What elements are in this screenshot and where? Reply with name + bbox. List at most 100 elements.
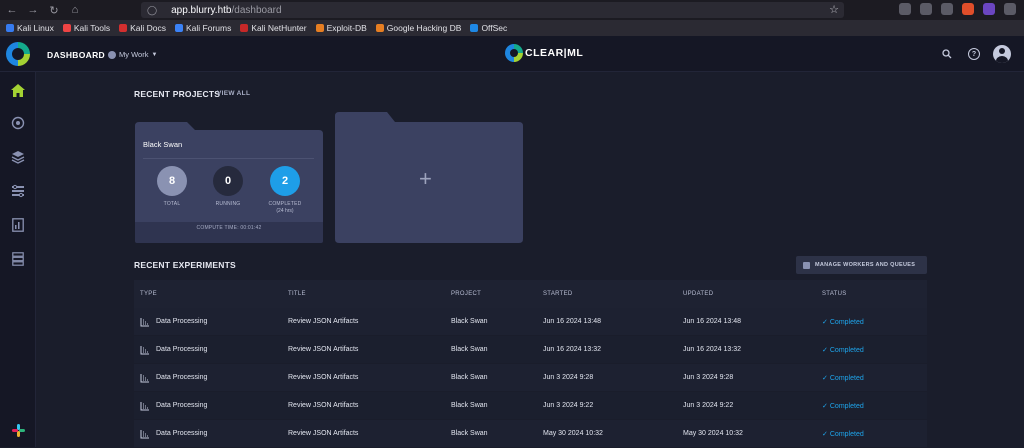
stat-running-value: 0 bbox=[213, 166, 243, 196]
slack-icon bbox=[11, 423, 25, 437]
stat-completed-label: COMPLETED bbox=[268, 201, 302, 207]
data-processing-icon bbox=[140, 317, 150, 327]
col-status[interactable]: STATUS bbox=[822, 291, 927, 297]
pocket-icon[interactable] bbox=[899, 3, 911, 15]
ghdb-icon bbox=[375, 24, 384, 32]
my-work-dropdown[interactable]: My Work ▼ bbox=[108, 50, 157, 59]
sidebar-item-reports[interactable] bbox=[10, 217, 26, 233]
table-row[interactable]: Data Processing Review JSON Artifacts Bl… bbox=[134, 336, 927, 364]
clearml-mark-icon bbox=[505, 44, 523, 62]
kali-docs-icon bbox=[119, 24, 128, 32]
data-processing-icon bbox=[140, 429, 150, 439]
home-icon[interactable]: ⌂ bbox=[66, 1, 84, 19]
bookmark-exploit-db[interactable]: Exploit-DB bbox=[315, 23, 367, 33]
reload-icon[interactable]: ↻ bbox=[45, 1, 63, 19]
bookmark-kali-linux[interactable]: Kali Linux bbox=[6, 23, 54, 33]
server-icon bbox=[803, 261, 810, 269]
compute-time: COMPUTE TIME: 00:01:42 bbox=[196, 225, 262, 231]
project-name: Black Swan bbox=[143, 140, 183, 149]
manage-workers-button[interactable]: MANAGE WORKERS AND QUEUES bbox=[796, 256, 927, 274]
bookmark-kali-nethunter[interactable]: Kali NetHunter bbox=[240, 23, 307, 33]
url-path: /dashboard bbox=[231, 4, 282, 16]
stat-running: 0 RUNNING bbox=[208, 166, 248, 207]
table-header: TYPE TITLE PROJECT STARTED UPDATED STATU… bbox=[134, 280, 927, 308]
kali-forums-icon bbox=[175, 24, 183, 32]
page-title: DASHBOARD bbox=[47, 50, 105, 60]
col-started[interactable]: STARTED bbox=[543, 291, 683, 297]
col-project[interactable]: PROJECT bbox=[451, 291, 543, 297]
nethunter-icon bbox=[240, 24, 249, 32]
kali-tools-icon bbox=[62, 24, 71, 32]
forward-icon[interactable]: → bbox=[24, 1, 42, 19]
bookmark-offsec[interactable]: OffSec bbox=[470, 23, 507, 33]
manage-workers-label: MANAGE WORKERS AND QUEUES bbox=[815, 262, 916, 268]
check-icon: ✓ bbox=[822, 318, 828, 326]
sidebar-item-home[interactable] bbox=[10, 82, 26, 98]
report-icon bbox=[12, 218, 24, 232]
experiments-table: TYPE TITLE PROJECT STARTED UPDATED STATU… bbox=[134, 280, 927, 448]
bookmark-kali-tools[interactable]: Kali Tools bbox=[62, 23, 110, 33]
app-header: DASHBOARD My Work ▼ CLEAR|ML ? bbox=[0, 36, 1024, 72]
sidebar-item-projects[interactable] bbox=[10, 115, 26, 131]
pipeline-icon bbox=[12, 184, 24, 198]
table-row[interactable]: Data Processing Review JSON Artifacts Bl… bbox=[134, 308, 927, 336]
clearml-logo-icon[interactable] bbox=[6, 42, 30, 66]
wappalyzer-icon[interactable] bbox=[983, 3, 995, 15]
kali-icon bbox=[6, 24, 14, 32]
col-type[interactable]: TYPE bbox=[134, 291, 288, 297]
project-card-black-swan[interactable]: Black Swan 8 TOTAL 0 RUNNING 2 COMPLETED… bbox=[135, 122, 323, 243]
caret-down-icon: ▼ bbox=[151, 51, 158, 58]
recent-projects-title: RECENT PROJECTS bbox=[134, 89, 221, 99]
check-icon: ✓ bbox=[822, 402, 828, 410]
offsec-icon bbox=[470, 24, 479, 32]
view-all-link[interactable]: VIEW ALL bbox=[217, 90, 250, 97]
data-processing-icon bbox=[140, 373, 150, 383]
stat-completed: 2 COMPLETED (24 hrs) bbox=[265, 166, 305, 214]
table-row[interactable]: Data Processing Review JSON Artifacts Bl… bbox=[134, 420, 927, 448]
stat-total-value: 8 bbox=[157, 166, 187, 196]
sidebar-item-datasets[interactable] bbox=[10, 149, 26, 165]
layers-icon bbox=[11, 151, 25, 164]
plus-icon: + bbox=[419, 166, 432, 191]
bookmark-google-hacking-db[interactable]: Google Hacking DB bbox=[375, 23, 461, 33]
stat-completed-sub: (24 hrs) bbox=[276, 208, 294, 214]
home-nav-icon bbox=[11, 83, 25, 97]
sidebar-item-pipelines[interactable] bbox=[10, 183, 26, 199]
data-processing-icon bbox=[140, 345, 150, 355]
help-icon[interactable]: ? bbox=[968, 48, 980, 60]
bookmarks-bar: Kali Linux Kali Tools Kali Docs Kali For… bbox=[0, 20, 1024, 36]
bookmark-kali-forums[interactable]: Kali Forums bbox=[175, 23, 231, 33]
exploit-db-icon bbox=[315, 24, 324, 32]
search-icon[interactable] bbox=[941, 48, 953, 60]
browser-toolbar: ← → ↻ ⌂ ◯ app.blurry.htb/dashboard ☆ bbox=[0, 0, 1024, 20]
table-row[interactable]: Data Processing Review JSON Artifacts Bl… bbox=[134, 392, 927, 420]
back-icon[interactable]: ← bbox=[3, 1, 21, 19]
col-title[interactable]: TITLE bbox=[288, 291, 451, 297]
divider bbox=[143, 158, 314, 159]
user-avatar-icon[interactable] bbox=[993, 45, 1011, 63]
address-bar[interactable]: ◯ app.blurry.htb/dashboard ☆ bbox=[141, 2, 844, 18]
col-updated[interactable]: UPDATED bbox=[683, 291, 822, 297]
table-row[interactable]: Data Processing Review JSON Artifacts Bl… bbox=[134, 364, 927, 392]
data-processing-icon bbox=[140, 401, 150, 411]
sidebar bbox=[0, 72, 36, 447]
recent-experiments-title: RECENT EXPERIMENTS bbox=[134, 260, 236, 270]
sidebar-item-slack[interactable] bbox=[10, 422, 26, 438]
menu-icon[interactable] bbox=[1004, 3, 1016, 15]
my-work-label: My Work bbox=[119, 50, 149, 59]
bookmark-kali-docs[interactable]: Kali Docs bbox=[119, 23, 166, 33]
stat-total-label: TOTAL bbox=[163, 201, 181, 207]
check-icon: ✓ bbox=[822, 374, 828, 382]
dashboard-main: RECENT PROJECTS VIEW ALL Black Swan 8 TO… bbox=[36, 72, 1024, 448]
clearml-logo: CLEAR|ML bbox=[505, 44, 583, 62]
burp-extension-icon[interactable] bbox=[962, 3, 974, 15]
extensions-icon[interactable] bbox=[920, 3, 932, 15]
logo-text: CLEAR|ML bbox=[525, 47, 584, 59]
sidebar-item-workers[interactable] bbox=[10, 251, 26, 267]
user-icon bbox=[108, 50, 116, 59]
star-icon[interactable]: ☆ bbox=[829, 3, 839, 16]
settings-icon[interactable] bbox=[941, 3, 953, 15]
shield-icon: ◯ bbox=[147, 4, 158, 15]
new-project-card[interactable]: + bbox=[335, 112, 523, 243]
url-host: app.blurry.htb bbox=[171, 4, 232, 16]
